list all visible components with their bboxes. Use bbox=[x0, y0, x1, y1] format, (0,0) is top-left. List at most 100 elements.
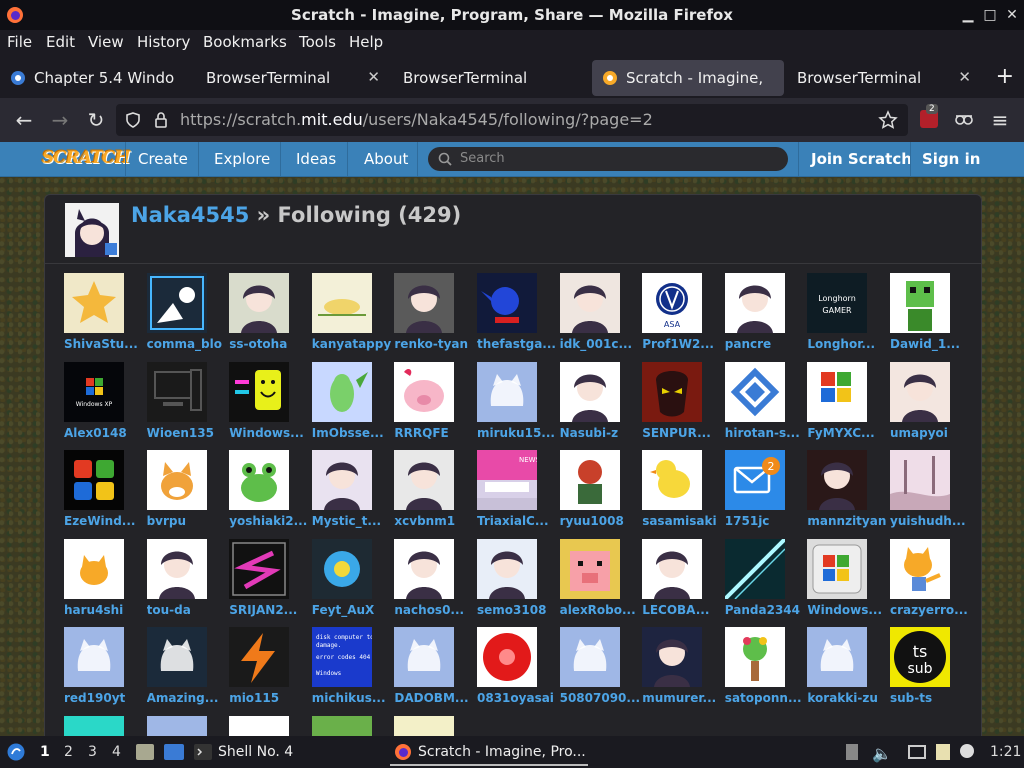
following-user-card[interactable]: mannzityan bbox=[806, 450, 886, 538]
user-name-link[interactable]: kanyatappy bbox=[312, 337, 392, 351]
taskbar-firefox[interactable]: Scratch - Imagine, Pro... bbox=[390, 740, 588, 766]
user-name-link[interactable]: Windows... bbox=[229, 426, 309, 440]
user-avatar-thumbnail[interactable] bbox=[311, 450, 372, 510]
user-name-link[interactable]: thefastga... bbox=[477, 337, 557, 351]
workspace-2[interactable]: 2 bbox=[64, 744, 73, 760]
tray-updates-icon[interactable] bbox=[846, 744, 858, 760]
user-avatar-thumbnail[interactable] bbox=[477, 627, 537, 687]
clipboard-icon[interactable] bbox=[936, 744, 950, 760]
following-user-card[interactable]: FyMYXC... bbox=[806, 361, 887, 450]
following-user-card[interactable]: Windows... bbox=[228, 361, 309, 450]
user-name-link[interactable]: ShivaStu... bbox=[64, 337, 144, 351]
user-avatar-thumbnail[interactable] bbox=[229, 450, 290, 510]
nav-about[interactable]: About bbox=[364, 150, 408, 168]
following-user-card[interactable]: satoponn... bbox=[724, 627, 804, 715]
user-name-link[interactable]: LECOBA... bbox=[642, 603, 722, 617]
join-scratch-link[interactable]: Join Scratch bbox=[811, 150, 912, 168]
user-name-link[interactable]: renko-tyan bbox=[394, 337, 474, 351]
following-user-card[interactable]: RRRQFE bbox=[393, 361, 473, 450]
user-avatar-thumbnail[interactable] bbox=[64, 538, 124, 599]
following-user-card[interactable]: crazyerro... bbox=[889, 538, 970, 627]
user-name-link[interactable]: mannzityan bbox=[807, 514, 887, 528]
following-user-card[interactable] bbox=[311, 715, 391, 736]
bookmark-star-icon[interactable] bbox=[878, 110, 898, 130]
user-avatar-thumbnail[interactable] bbox=[394, 361, 455, 422]
user-avatar-thumbnail[interactable] bbox=[229, 715, 290, 736]
user-name-link[interactable]: nachos0... bbox=[394, 603, 474, 617]
following-user-card[interactable]: 50807090... bbox=[559, 627, 640, 715]
user-name-link[interactable]: ryuu1008 bbox=[560, 514, 640, 528]
user-avatar-thumbnail[interactable]: Longhorn GAMER bbox=[807, 273, 868, 333]
user-name-link[interactable]: sub-ts bbox=[890, 691, 970, 705]
following-user-card[interactable]: DADOBM... bbox=[393, 627, 473, 715]
new-tab-button[interactable]: + bbox=[996, 66, 1014, 88]
user-avatar-thumbnail[interactable] bbox=[146, 715, 207, 736]
user-avatar-thumbnail[interactable] bbox=[394, 273, 455, 333]
following-user-card[interactable]: mumurer... bbox=[641, 627, 721, 715]
user-avatar-thumbnail[interactable] bbox=[229, 273, 290, 333]
user-avatar-thumbnail[interactable] bbox=[229, 361, 290, 422]
user-avatar-thumbnail[interactable] bbox=[559, 273, 620, 333]
following-user-card[interactable]: EzeWind... bbox=[63, 450, 143, 538]
user-avatar-thumbnail[interactable] bbox=[724, 627, 785, 687]
user-name-link[interactable]: bvrpu bbox=[147, 514, 227, 528]
user-avatar-thumbnail[interactable]: ts sub bbox=[890, 627, 950, 687]
user-avatar-thumbnail[interactable] bbox=[146, 538, 207, 599]
following-user-card[interactable]: Amazing... bbox=[146, 627, 226, 715]
user-name-link[interactable]: yoshiaki2... bbox=[229, 514, 309, 528]
following-user-card[interactable]: Dawid_1... bbox=[889, 273, 969, 361]
following-user-card[interactable]: disk computer to damage. error codes 404 Wi… bbox=[311, 627, 391, 715]
tab-chapter[interactable]: Chapter 5.4 Windo bbox=[0, 60, 188, 96]
following-user-card[interactable]: SRIJAN2... bbox=[228, 538, 309, 627]
user-name-link[interactable]: Feyt_AuX bbox=[312, 603, 392, 617]
menu-tools[interactable]: Tools bbox=[299, 33, 336, 51]
menu-view[interactable]: View bbox=[88, 33, 124, 51]
user-avatar-thumbnail[interactable]: disk computer to damage. error codes 404 Wi… bbox=[311, 627, 372, 687]
following-user-card[interactable]: alexRobo... bbox=[559, 538, 639, 627]
following-user-card[interactable]: renko-tyan bbox=[393, 273, 473, 361]
user-avatar-thumbnail[interactable] bbox=[724, 273, 785, 333]
following-user-card[interactable]: tou-da bbox=[146, 538, 226, 627]
user-avatar-thumbnail[interactable] bbox=[229, 538, 290, 599]
following-user-card[interactable]: yuishudh... bbox=[889, 450, 969, 538]
following-user-card[interactable] bbox=[228, 715, 308, 736]
user-avatar-thumbnail[interactable] bbox=[477, 273, 537, 333]
show-desktop-icon[interactable] bbox=[164, 744, 184, 760]
user-avatar-thumbnail[interactable]: Windows XP bbox=[64, 361, 124, 422]
user-avatar-thumbnail[interactable] bbox=[477, 361, 537, 422]
extension-icon[interactable]: 2 bbox=[920, 104, 938, 128]
following-user-card[interactable]: bvrpu bbox=[146, 450, 226, 538]
following-user-card[interactable]: red190yt bbox=[63, 627, 143, 715]
following-user-card[interactable]: pancre bbox=[724, 273, 804, 361]
user-avatar-thumbnail[interactable] bbox=[642, 450, 703, 510]
menu-help[interactable]: Help bbox=[349, 33, 383, 51]
user-avatar-thumbnail[interactable] bbox=[394, 627, 455, 687]
maximize-button[interactable]: □ bbox=[980, 5, 1000, 25]
user-name-link[interactable]: SRIJAN2... bbox=[229, 603, 309, 617]
user-name-link[interactable]: korakki-zu bbox=[807, 691, 887, 705]
user-name-link[interactable]: DADOBM... bbox=[394, 691, 474, 705]
user-avatar-thumbnail[interactable] bbox=[642, 538, 703, 599]
following-user-card[interactable]: korakki-zu bbox=[806, 627, 886, 715]
user-name-link[interactable]: red190yt bbox=[64, 691, 144, 705]
following-user-card[interactable]: haru4shi bbox=[63, 538, 144, 627]
close-window-button[interactable]: ✕ bbox=[1002, 5, 1022, 25]
following-user-card[interactable]: 0831oyasai bbox=[476, 627, 556, 715]
scratch-search-input[interactable]: Search bbox=[428, 147, 788, 171]
following-user-card[interactable] bbox=[146, 715, 226, 736]
close-tab-icon[interactable]: ✕ bbox=[367, 68, 380, 86]
scratch-logo[interactable]: SCRATCH bbox=[42, 148, 130, 168]
menu-file[interactable]: File bbox=[7, 33, 32, 51]
user-avatar-thumbnail[interactable] bbox=[229, 627, 290, 687]
user-avatar-thumbnail[interactable] bbox=[807, 361, 868, 422]
user-name-link[interactable]: haru4shi bbox=[64, 603, 144, 617]
user-name-link[interactable]: crazyerro... bbox=[890, 603, 970, 617]
shield-icon[interactable] bbox=[124, 111, 142, 129]
following-user-card[interactable]: ShivaStu... bbox=[63, 273, 143, 361]
user-name-link[interactable]: Nasubi-z bbox=[560, 426, 640, 440]
user-name-link[interactable]: mio115 bbox=[229, 691, 309, 705]
user-avatar-thumbnail[interactable] bbox=[146, 627, 207, 687]
user-name-link[interactable]: FyMYXC... bbox=[807, 426, 887, 440]
user-avatar-thumbnail[interactable] bbox=[559, 538, 620, 599]
taskbar-shell[interactable]: Shell No. 4 bbox=[194, 740, 293, 764]
